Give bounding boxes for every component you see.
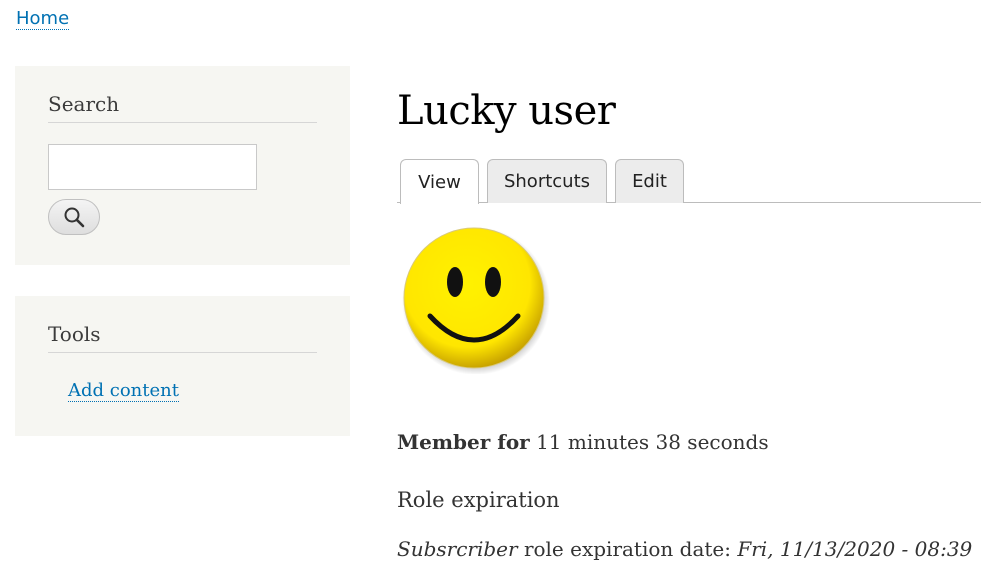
search-block-title: Search: [48, 92, 317, 123]
role-name: Subsrcriber: [397, 537, 518, 561]
role-expiration-heading: Role expiration: [397, 488, 560, 512]
breadcrumb: Home: [16, 8, 70, 30]
search-button[interactable]: [48, 199, 100, 235]
page-title: Lucky user: [397, 88, 616, 134]
smiley-face-icon: [402, 227, 550, 374]
tools-block-title: Tools: [48, 322, 317, 353]
tab-edit[interactable]: Edit: [615, 159, 684, 203]
tools-block: Tools Add content: [15, 296, 350, 436]
member-for-label: Member for: [397, 430, 530, 454]
search-block: Search: [15, 66, 350, 265]
role-expiration-date: Fri, 11/13/2020 - 08:39: [737, 537, 973, 561]
tab-shortcuts[interactable]: Shortcuts: [487, 159, 607, 203]
tab-view[interactable]: View: [400, 159, 479, 204]
role-expiration-text: role expiration date:: [523, 537, 731, 561]
role-expiration-line: Subsrcriber role expiration date: Fri, 1…: [397, 537, 972, 561]
search-icon: [64, 207, 85, 228]
add-content-link[interactable]: Add content: [68, 380, 179, 402]
search-input[interactable]: [48, 144, 257, 190]
tabs-divider: [397, 202, 981, 203]
breadcrumb-home-link[interactable]: Home: [16, 8, 70, 30]
member-for: Member for 11 minutes 38 seconds: [397, 430, 769, 454]
member-for-value: 11 minutes 38 seconds: [536, 430, 769, 454]
